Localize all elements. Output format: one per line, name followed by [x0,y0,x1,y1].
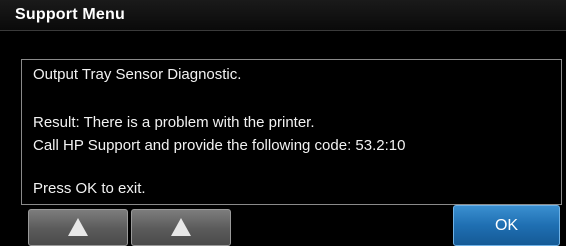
message-panel: Output Tray Sensor Diagnostic. Result: T… [21,59,562,205]
ok-button-label: OK [494,217,519,234]
window-title: Support Menu [15,6,125,23]
up-arrow-icon [171,218,191,236]
ok-button[interactable]: OK [453,205,560,246]
diagnostic-name-text: Output Tray Sensor Diagnostic. [33,66,242,83]
scroll-up-button-1[interactable] [28,209,128,246]
result-text: Result: There is a problem with the prin… [33,114,315,131]
exit-instruction-text: Press OK to exit. [33,180,146,197]
scroll-up-button-2[interactable] [131,209,231,246]
up-arrow-icon [68,218,88,236]
support-code-text: Call HP Support and provide the followin… [33,137,406,154]
support-menu-screen: Support Menu Output Tray Sensor Diagnost… [0,0,566,246]
title-bar: Support Menu [0,0,566,31]
